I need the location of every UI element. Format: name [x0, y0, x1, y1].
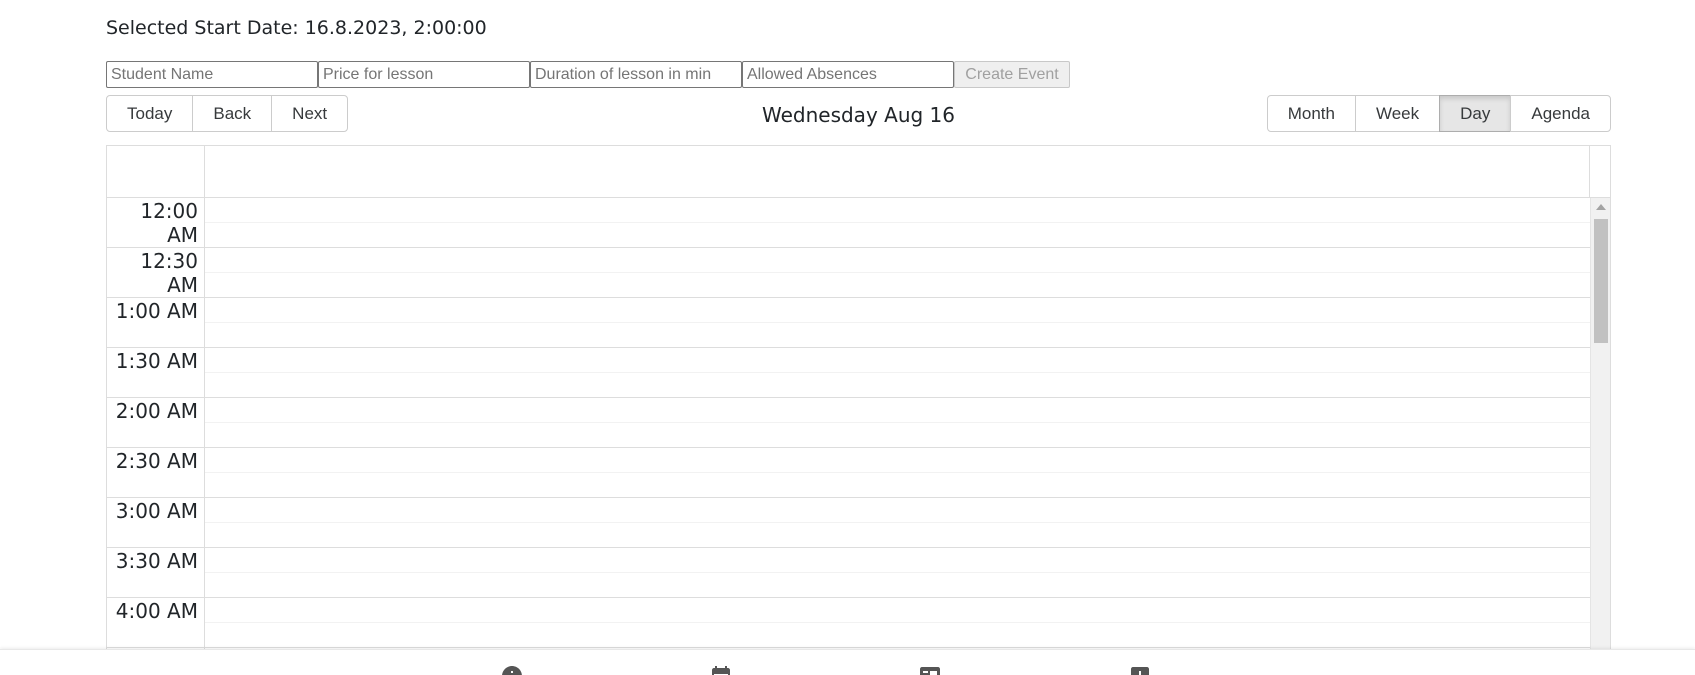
- time-slot[interactable]: [205, 548, 1590, 573]
- app-root: Selected Start Date: 16.8.2023, 2:00:00 …: [0, 0, 1695, 675]
- time-slot-group[interactable]: [205, 248, 1590, 298]
- agenda-view-button[interactable]: Agenda: [1510, 95, 1611, 132]
- selected-start-date: Selected Start Date: 16.8.2023, 2:00:00: [106, 17, 487, 39]
- time-slot[interactable]: [205, 498, 1590, 523]
- time-slot-group[interactable]: [205, 498, 1590, 548]
- time-slot[interactable]: [205, 448, 1590, 473]
- time-slot-label: 12:30 AM: [107, 248, 204, 298]
- time-slot-group[interactable]: [205, 298, 1590, 348]
- scroll-up-arrow-icon[interactable]: [1596, 204, 1606, 210]
- back-button[interactable]: Back: [192, 95, 273, 132]
- month-view-button[interactable]: Month: [1266, 95, 1356, 132]
- day-view-button[interactable]: Day: [1439, 95, 1512, 132]
- add-box-icon[interactable]: [1128, 664, 1152, 675]
- time-slot-label: 2:00 AM: [107, 398, 204, 448]
- time-slot-label: 3:30 AM: [107, 548, 204, 598]
- calendar-toolbar: Today Back Next Wednesday Aug 16 Month W…: [106, 95, 1611, 133]
- day-column[interactable]: [205, 198, 1590, 651]
- header-gutter: [107, 146, 205, 197]
- time-slot[interactable]: [205, 298, 1590, 323]
- navigation-button-group: Today Back Next: [106, 95, 349, 132]
- time-slot-label: 1:00 AM: [107, 298, 204, 348]
- time-slot[interactable]: [205, 198, 1590, 223]
- time-slot-group[interactable]: [205, 598, 1590, 648]
- calendar-icon[interactable]: [709, 664, 733, 675]
- scrollbar-thumb[interactable]: [1594, 219, 1608, 343]
- time-slot[interactable]: [205, 398, 1590, 423]
- time-slot-label: 3:00 AM: [107, 498, 204, 548]
- time-view-header: [107, 146, 1610, 198]
- time-slot-label: 12:00 AM: [107, 198, 204, 248]
- day-time-view: 12:00 AM 12:30 AM 1:00 AM 1:30 AM 2:00 AM 2:3…: [106, 145, 1611, 651]
- time-slot-group[interactable]: [205, 448, 1590, 498]
- all-day-row[interactable]: [205, 146, 1590, 197]
- view-button-group: Month Week Day Agenda: [1266, 95, 1611, 132]
- time-slot[interactable]: [205, 248, 1590, 273]
- next-button[interactable]: Next: [271, 95, 349, 132]
- event-form: Create Event: [106, 61, 1070, 88]
- time-slot-label: 1:30 AM: [107, 348, 204, 398]
- time-slot-label: 4:00 AM: [107, 598, 204, 648]
- time-grid: 12:00 AM 12:30 AM 1:00 AM 1:30 AM 2:00 AM 2:3…: [107, 198, 1610, 651]
- time-slot-label: 2:30 AM: [107, 448, 204, 498]
- week-view-button[interactable]: Week: [1354, 95, 1441, 132]
- student-name-input[interactable]: [106, 61, 318, 88]
- allowed-absences-input[interactable]: [742, 61, 954, 88]
- event-card-icon[interactable]: [918, 664, 942, 675]
- info-icon[interactable]: [500, 664, 524, 675]
- create-event-button[interactable]: Create Event: [954, 61, 1070, 88]
- vertical-scrollbar[interactable]: [1590, 198, 1610, 651]
- time-gutter: 12:00 AM 12:30 AM 1:00 AM 1:30 AM 2:00 AM 2:3…: [107, 198, 205, 651]
- today-button[interactable]: Today: [106, 95, 194, 132]
- duration-input[interactable]: [530, 61, 742, 88]
- time-slot-group[interactable]: [205, 548, 1590, 598]
- time-slot-group[interactable]: [205, 198, 1590, 248]
- price-input[interactable]: [318, 61, 530, 88]
- bottom-navigation: [0, 649, 1695, 675]
- time-slot-group[interactable]: [205, 398, 1590, 448]
- time-slot[interactable]: [205, 348, 1590, 373]
- time-slot[interactable]: [205, 598, 1590, 623]
- time-slot-group[interactable]: [205, 348, 1590, 398]
